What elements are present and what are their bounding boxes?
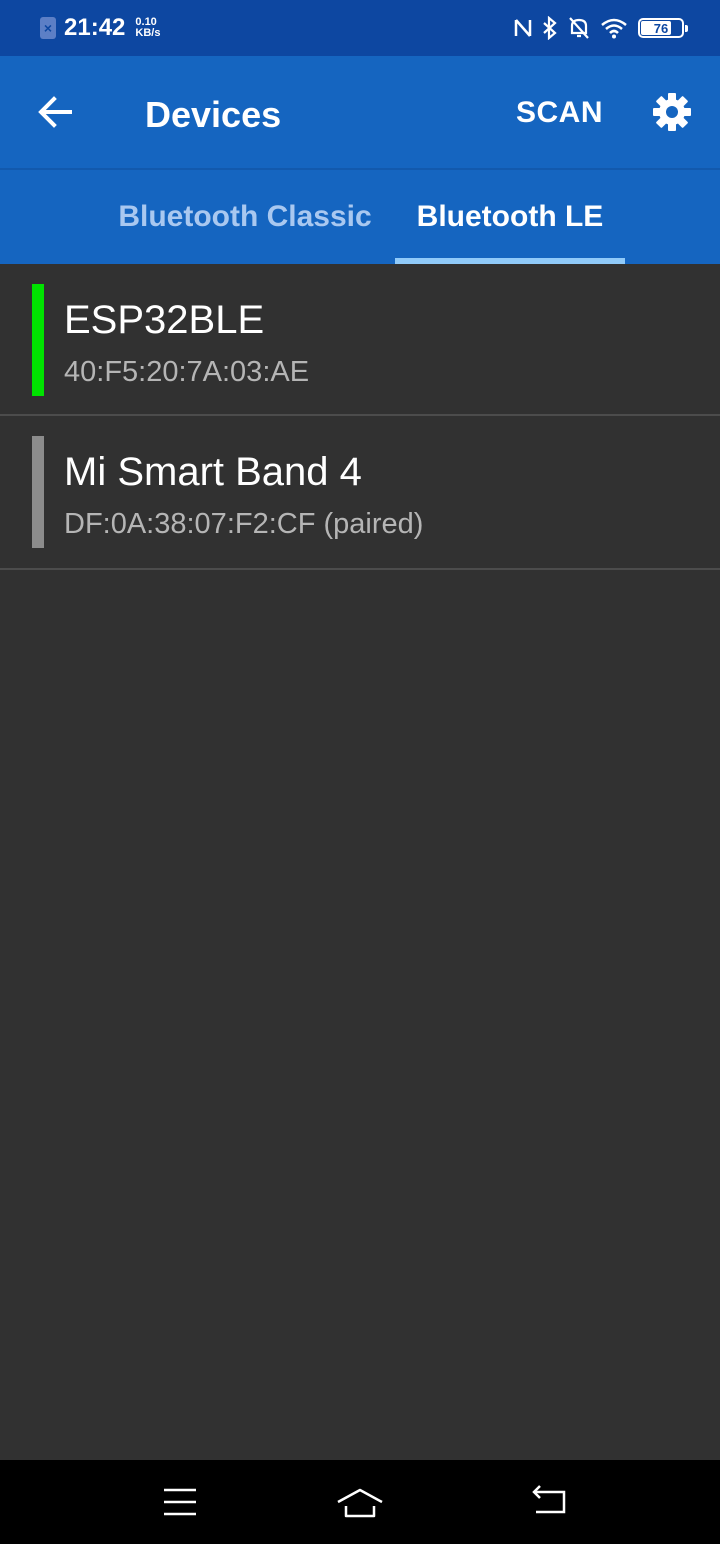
app-bar: Devices SCAN	[0, 56, 720, 168]
device-status-bar	[32, 436, 44, 548]
recents-button[interactable]	[160, 1482, 200, 1522]
tab-bluetooth-classic[interactable]: Bluetooth Classic	[100, 170, 390, 264]
device-list: ESP32BLE 40:F5:20:7A:03:AE Mi Smart Band…	[0, 264, 720, 570]
home-icon	[337, 1488, 383, 1518]
tab-bar: Bluetooth Classic Bluetooth LE	[0, 168, 720, 264]
tab-bluetooth-le[interactable]: Bluetooth LE	[395, 170, 625, 264]
sim-error-icon: ×	[40, 17, 56, 39]
nav-back-button[interactable]	[530, 1482, 570, 1522]
device-row[interactable]: Mi Smart Band 4 DF:0A:38:07:F2:CF (paire…	[0, 416, 720, 570]
nfc-icon	[514, 17, 532, 39]
notifications-off-icon	[568, 16, 590, 40]
arrow-back-icon	[38, 96, 72, 128]
back-button[interactable]	[36, 92, 76, 132]
device-name: ESP32BLE	[64, 298, 265, 342]
wifi-icon	[600, 17, 628, 39]
page-title: Devices	[145, 94, 282, 135]
status-bar-right: 76	[514, 16, 688, 40]
menu-icon	[164, 1488, 196, 1516]
net-speed-unit: KB/s	[135, 27, 161, 39]
home-button[interactable]	[336, 1482, 384, 1522]
status-time: 21:42	[64, 14, 126, 41]
scan-button[interactable]: SCAN	[516, 96, 603, 130]
device-status-bar	[32, 284, 44, 396]
battery-indicator: 76	[638, 18, 688, 38]
settings-button[interactable]	[652, 92, 692, 132]
device-address: 40:F5:20:7A:03:AE	[64, 356, 310, 388]
bluetooth-icon	[542, 16, 558, 40]
gear-icon	[653, 93, 691, 131]
device-name: Mi Smart Band 4	[64, 450, 362, 494]
status-bar-left: × 21:42 0.10 KB/s	[40, 14, 160, 42]
device-address: DF:0A:38:07:F2:CF (paired)	[64, 508, 424, 540]
back-icon	[532, 1485, 566, 1514]
battery-level: 76	[653, 20, 669, 36]
net-speed: 0.10 KB/s	[135, 17, 160, 39]
system-nav-bar	[0, 1460, 720, 1544]
device-row[interactable]: ESP32BLE 40:F5:20:7A:03:AE	[0, 264, 720, 416]
status-bar: × 21:42 0.10 KB/s 76	[0, 0, 720, 56]
